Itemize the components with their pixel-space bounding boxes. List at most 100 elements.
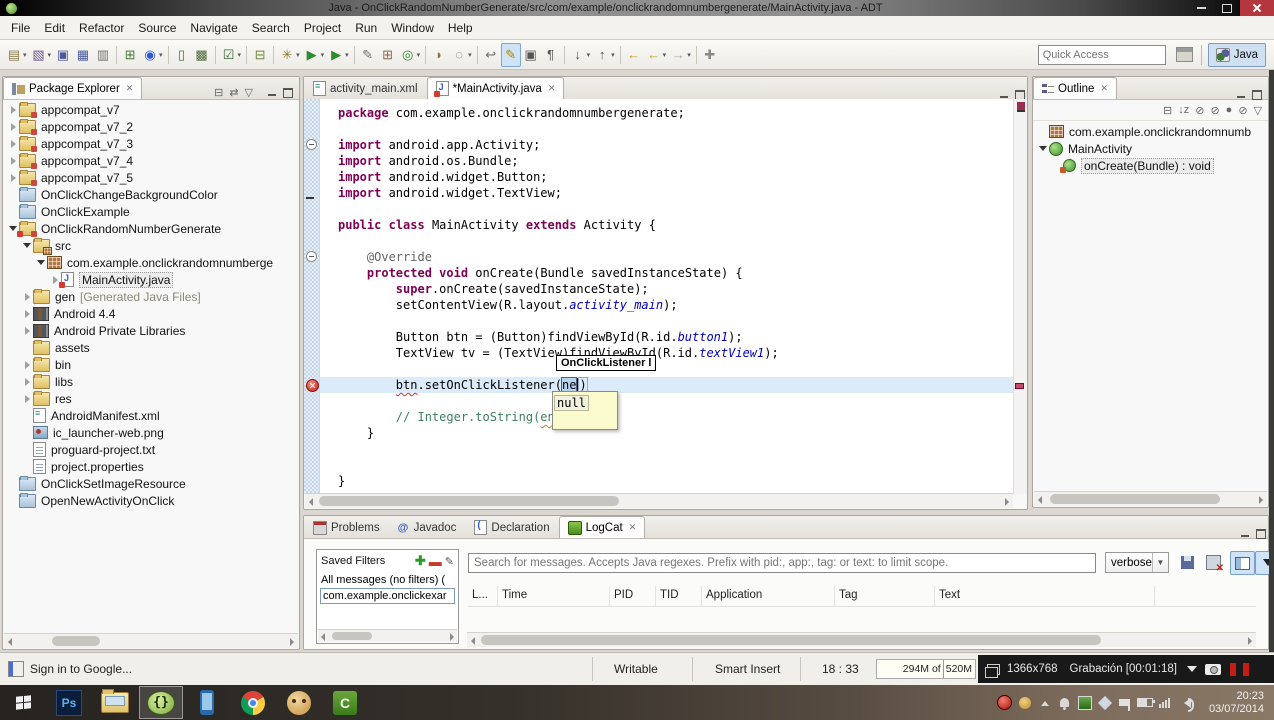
project-item-onclicksetimageresource[interactable]: OnClickSetImageResource: [3, 475, 298, 492]
fold-marker-icon[interactable]: [306, 197, 314, 199]
tray-network[interactable]: [1095, 692, 1115, 714]
hide-fields-icon[interactable]: ⊘: [1195, 104, 1204, 117]
code-line[interactable]: @Override: [338, 249, 1014, 265]
taskbar-app-phone-tool[interactable]: [185, 686, 229, 719]
hide-static-icon[interactable]: ⊘: [1210, 104, 1219, 117]
run-external-tools-icon[interactable]: ▶ ▾: [326, 43, 351, 67]
collapse-icon[interactable]: [37, 260, 45, 265]
project-item-gen[interactable]: gen [Generated Java Files]: [3, 288, 298, 305]
code-line[interactable]: [338, 393, 1014, 409]
expand-icon[interactable]: [10, 156, 16, 165]
code-line[interactable]: [338, 313, 1014, 329]
last-edit-location-icon[interactable]: ↩: [481, 43, 501, 67]
tray-character[interactable]: [1015, 692, 1035, 714]
hide-local-icon[interactable]: ⊘: [1238, 104, 1247, 117]
column-time[interactable]: Time: [498, 586, 610, 606]
expand-icon[interactable]: [24, 360, 30, 369]
save-icon[interactable]: ▣: [53, 43, 73, 67]
clear-log-button[interactable]: [1202, 551, 1225, 574]
menu-project[interactable]: Project: [297, 18, 348, 38]
project-item-onclickchangebackgroundcolor[interactable]: OnClickChangeBackgroundColor: [3, 186, 298, 203]
code-line[interactable]: protected void onCreate(Bundle savedInst…: [338, 265, 1014, 281]
log-level-dropdown[interactable]: verbose ▼: [1105, 552, 1169, 573]
new-java-class-icon[interactable]: ◎ ▾: [398, 43, 423, 67]
code-line[interactable]: [338, 361, 1014, 377]
tray-record[interactable]: [995, 692, 1015, 714]
column-text[interactable]: Text: [935, 586, 1155, 606]
project-item-project-properties[interactable]: project.properties: [3, 458, 298, 475]
tray-volume[interactable]: [1175, 692, 1195, 714]
editor-tab--mainactivity-java[interactable]: *MainActivity.java✕: [426, 77, 565, 99]
error-marker-icon[interactable]: [306, 379, 319, 392]
export-log-button[interactable]: [1176, 551, 1199, 573]
outline-close-icon[interactable]: ✕: [1100, 83, 1108, 94]
pin-editor-icon[interactable]: ✚: [700, 43, 720, 67]
menu-refactor[interactable]: Refactor: [72, 18, 131, 38]
display-saved-filters-button[interactable]: [1230, 551, 1255, 575]
recorder-menu-icon[interactable]: [1186, 666, 1197, 677]
code-line[interactable]: [338, 441, 1014, 457]
expand-icon[interactable]: [24, 309, 30, 318]
outline-maximize-icon[interactable]: [1252, 90, 1262, 100]
minimize-view-icon[interactable]: [267, 88, 277, 97]
hide-nonpublic-icon[interactable]: ●: [1226, 104, 1233, 116]
outline-item-com-example-onclickrandomnumb[interactable]: com.example.onclickrandomnumb: [1033, 123, 1267, 140]
menu-window[interactable]: Window: [384, 18, 441, 38]
print-icon[interactable]: ▥: [93, 43, 113, 67]
menu-source[interactable]: Source: [131, 18, 183, 38]
mark-occurrences-icon[interactable]: ✎: [500, 42, 521, 67]
avd-manager-icon[interactable]: ◉ ▾: [140, 43, 165, 67]
collapse-icon[interactable]: [1039, 146, 1047, 151]
project-item-mainactivity-java[interactable]: MainActivity.java: [3, 271, 298, 288]
search-icon[interactable]: ◌ ▾: [449, 43, 474, 67]
debug-icon[interactable]: ✳ ▾: [277, 43, 302, 67]
project-item-onclickrandomnumbergenerate[interactable]: OnClickRandomNumberGenerate: [3, 220, 298, 237]
project-item-appcompat-v7-3[interactable]: appcompat_v7_3: [3, 135, 298, 152]
outline-minimize-icon[interactable]: [1236, 90, 1246, 99]
restore-button[interactable]: [1214, 1, 1240, 15]
menu-run[interactable]: Run: [348, 18, 384, 38]
editor-tab-activity-main-xml[interactable]: activity_main.xml: [304, 77, 427, 99]
filter-all-messages[interactable]: All messages (no filters) (: [317, 572, 458, 586]
edit-filter-icon[interactable]: ✎: [445, 555, 454, 568]
outline-view-menu-icon[interactable]: ▽: [1254, 104, 1262, 117]
project-item-ic-launcher-web-png[interactable]: ic_launcher-web.png: [3, 424, 298, 441]
column-l[interactable]: L...: [468, 586, 498, 606]
outline-collapse-all-icon[interactable]: ⊟: [1163, 104, 1172, 117]
editor-minimize-icon[interactable]: [999, 90, 1009, 99]
code-line[interactable]: super.onCreate(savedInstanceState);: [338, 281, 1014, 297]
code-line[interactable]: package com.example.onclickrandomnumberg…: [338, 105, 1014, 121]
new-wizard-icon[interactable]: ▤ ▾: [4, 43, 29, 67]
heap-status[interactable]: 294M of 520M: [876, 659, 976, 679]
stop-recording-button[interactable]: [1242, 662, 1249, 676]
project-item-appcompat-v7[interactable]: appcompat_v7: [3, 101, 298, 118]
taskbar-app-photoshop[interactable]: Ps: [47, 686, 91, 719]
android-sdk-manager-icon[interactable]: ⊞: [120, 43, 140, 67]
code-line[interactable]: Button btn = (Button)findViewById(R.id.b…: [338, 329, 1014, 345]
new-android-app-icon[interactable]: ⊟: [250, 43, 270, 67]
open-perspective-icon[interactable]: [1175, 47, 1193, 62]
previous-annotation-icon[interactable]: ↑ ▾: [592, 43, 617, 67]
saved-filters-hscrollbar[interactable]: [318, 629, 457, 642]
fold-marker-icon[interactable]: [306, 251, 317, 262]
next-annotation-icon[interactable]: ↓ ▾: [568, 43, 593, 67]
view-tab-problems[interactable]: Problems: [304, 516, 389, 538]
bottom-minimize-icon[interactable]: [1240, 529, 1250, 538]
tray-battery[interactable]: [1135, 692, 1155, 714]
package-explorer-close-icon[interactable]: ✕: [126, 83, 134, 94]
project-item-appcompat-v7-4[interactable]: appcompat_v7_4: [3, 152, 298, 169]
tray-notifications[interactable]: [1055, 692, 1075, 714]
code-editor[interactable]: package com.example.onclickrandomnumberg…: [304, 99, 1027, 494]
taskbar-clock[interactable]: 20:23 03/07/2014: [1209, 690, 1264, 716]
outline-item-oncreate-bundle-void[interactable]: onCreate(Bundle) : void: [1033, 157, 1267, 174]
project-item-proguard-project-txt[interactable]: proguard-project.txt: [3, 441, 298, 458]
taskbar-app-eclipse-adt[interactable]: {}: [139, 686, 183, 719]
code-line[interactable]: import android.widget.Button;: [338, 169, 1014, 185]
tray-green-app[interactable]: [1075, 692, 1095, 714]
code-line[interactable]: import android.os.Bundle;: [338, 153, 1014, 169]
project-item-com-example-onclickrandomnumberge[interactable]: com.example.onclickrandomnumberge: [3, 254, 298, 271]
menu-help[interactable]: Help: [441, 18, 480, 38]
code-line[interactable]: import android.app.Activity;: [338, 137, 1014, 153]
code-line[interactable]: [338, 457, 1014, 473]
project-item-androidmanifest-xml[interactable]: AndroidManifest.xml: [3, 407, 298, 424]
